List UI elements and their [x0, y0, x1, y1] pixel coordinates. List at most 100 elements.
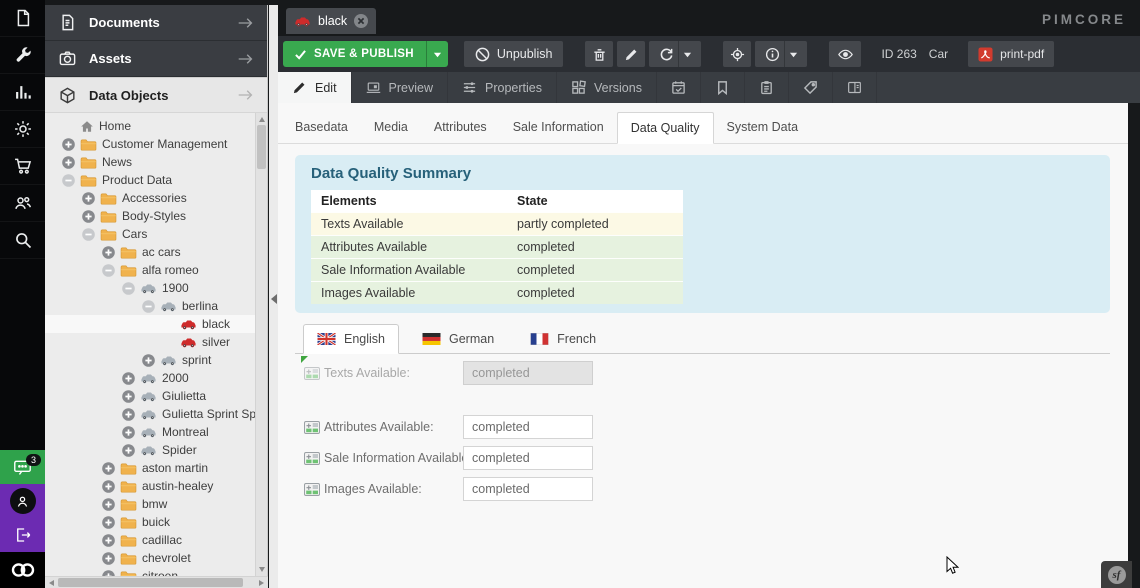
activity-search-button[interactable]	[0, 222, 45, 259]
horizontal-scroll-thumb[interactable]	[58, 578, 243, 587]
tree-expander-plus-icon[interactable]	[102, 516, 115, 529]
tree-item-silver[interactable]: silver	[45, 333, 256, 351]
sub-tab-system-data[interactable]: System Data	[714, 112, 812, 143]
tree-expander-plus-icon[interactable]	[62, 156, 75, 169]
tree-item-aston-martin[interactable]: aston martin	[45, 459, 256, 477]
field-input[interactable]	[463, 415, 593, 439]
sub-tab-sale-information[interactable]: Sale Information	[500, 112, 617, 143]
open-preview-button[interactable]	[829, 41, 861, 67]
scroll-down-arrow[interactable]	[259, 567, 265, 572]
print-pdf-button[interactable]: print-pdf	[968, 41, 1054, 67]
tree-item-cadillac[interactable]: cadillac	[45, 531, 256, 549]
rename-button[interactable]	[617, 41, 645, 67]
delete-button[interactable]	[585, 41, 613, 67]
tree-item-gulietta-sprint-specia[interactable]: Gulietta Sprint Specia	[45, 405, 256, 423]
tree-item-2000[interactable]: 2000	[45, 369, 256, 387]
panel-splitter[interactable]	[269, 5, 278, 588]
reload-button[interactable]	[649, 41, 701, 67]
tree-vertical-scrollbar[interactable]	[255, 113, 267, 576]
notifications-button[interactable]: 3	[0, 450, 45, 484]
field-input[interactable]	[463, 361, 593, 385]
info-button[interactable]	[755, 41, 807, 67]
tree-item-austin-healey[interactable]: austin-healey	[45, 477, 256, 495]
close-tab-icon[interactable]	[354, 14, 368, 28]
symfony-debug-badge[interactable]: sf	[1101, 561, 1132, 588]
main-tab-calendar[interactable]	[657, 72, 701, 103]
tree-item-news[interactable]: News	[45, 153, 256, 171]
tree-expander-plus-icon[interactable]	[102, 552, 115, 565]
tree-item-customer-management[interactable]: Customer Management	[45, 135, 256, 153]
tree-expander-minus-icon[interactable]	[102, 264, 115, 277]
tree-expander-minus-icon[interactable]	[122, 282, 135, 295]
tree-item-black[interactable]: black	[45, 315, 256, 333]
tree-horizontal-scrollbar[interactable]	[45, 576, 268, 588]
tree-item-chevrolet[interactable]: chevrolet	[45, 549, 256, 567]
tree-expander-plus-icon[interactable]	[82, 210, 95, 223]
tree-expander-plus-icon[interactable]	[122, 390, 135, 403]
language-tab-french[interactable]: French	[517, 325, 609, 353]
main-tab-tag[interactable]	[789, 72, 833, 103]
main-tab-notes[interactable]	[833, 72, 877, 103]
tree-item-bmw[interactable]: bmw	[45, 495, 256, 513]
save-publish-button[interactable]: SAVE & PUBLISH	[283, 41, 448, 67]
tree-item-alfa-romeo[interactable]: alfa romeo	[45, 261, 256, 279]
unpublish-button[interactable]: Unpublish	[464, 41, 564, 67]
tree-expander-plus-icon[interactable]	[102, 498, 115, 511]
tree-expander-plus-icon[interactable]	[102, 246, 115, 259]
tree-expander-plus-icon[interactable]	[102, 480, 115, 493]
tree-item-ac-cars[interactable]: ac cars	[45, 243, 256, 261]
activity-reports-button[interactable]	[0, 74, 45, 111]
main-tab-edit[interactable]: Edit	[278, 72, 352, 103]
activity-ecommerce-button[interactable]	[0, 148, 45, 185]
scroll-right-arrow[interactable]	[259, 580, 264, 586]
main-tab-clipboard[interactable]	[745, 72, 789, 103]
save-options-caret[interactable]	[426, 41, 448, 67]
accordion-data-objects[interactable]: Data Objects	[45, 77, 267, 113]
tree-expander-plus-icon[interactable]	[122, 408, 135, 421]
tree-expander-plus-icon[interactable]	[122, 444, 135, 457]
pimcore-logo[interactable]	[0, 552, 45, 588]
scroll-up-arrow[interactable]	[259, 117, 265, 122]
tree-expander-minus-icon[interactable]	[82, 228, 95, 241]
tree-item-buick[interactable]: buick	[45, 513, 256, 531]
tree-item-montreal[interactable]: Montreal	[45, 423, 256, 441]
accordion-documents[interactable]: Documents	[45, 5, 267, 41]
field-input[interactable]	[463, 477, 593, 501]
tree-item-citroen[interactable]: citroen	[45, 567, 256, 576]
tree-item-product-data[interactable]: Product Data	[45, 171, 256, 189]
tree-item-home[interactable]: Home	[45, 117, 256, 135]
activity-customers-button[interactable]	[0, 185, 45, 222]
open-object-tab-black[interactable]: black	[286, 8, 376, 34]
language-tab-english[interactable]: English	[303, 324, 399, 354]
tree-item-accessories[interactable]: Accessories	[45, 189, 256, 207]
main-tab-preview[interactable]: Preview	[352, 72, 448, 103]
tree-item-spider[interactable]: Spider	[45, 441, 256, 459]
vertical-scroll-thumb[interactable]	[257, 125, 266, 169]
tree-item-berlina[interactable]: berlina	[45, 297, 256, 315]
language-tab-german[interactable]: German	[409, 325, 507, 353]
tree-expander-plus-icon[interactable]	[62, 138, 75, 151]
tree-item-cars[interactable]: Cars	[45, 225, 256, 243]
locate-in-tree-button[interactable]	[723, 41, 751, 67]
tree-expander-plus-icon[interactable]	[82, 192, 95, 205]
scroll-left-arrow[interactable]	[49, 580, 54, 586]
activity-settings-button[interactable]	[0, 111, 45, 148]
tree-expander-plus-icon[interactable]	[102, 534, 115, 547]
field-input[interactable]	[463, 446, 593, 470]
tree-item-sprint[interactable]: sprint	[45, 351, 256, 369]
main-tab-bookmark[interactable]	[701, 72, 745, 103]
sub-tab-media[interactable]: Media	[361, 112, 421, 143]
account-button[interactable]	[0, 484, 45, 518]
main-tab-versions[interactable]: Versions	[557, 72, 657, 103]
tree-expander-minus-icon[interactable]	[142, 300, 155, 313]
tree-expander-plus-icon[interactable]	[142, 354, 155, 367]
tree-expander-plus-icon[interactable]	[102, 462, 115, 475]
tree-expander-minus-icon[interactable]	[62, 174, 75, 187]
sub-tab-data-quality[interactable]: Data Quality	[617, 112, 714, 144]
activity-tools-button[interactable]	[0, 37, 45, 74]
collapse-left-icon[interactable]	[270, 293, 277, 305]
main-tab-properties[interactable]: Properties	[448, 72, 557, 103]
sub-tab-attributes[interactable]: Attributes	[421, 112, 500, 143]
accordion-assets[interactable]: Assets	[45, 41, 267, 77]
sub-tab-basedata[interactable]: Basedata	[282, 112, 361, 143]
